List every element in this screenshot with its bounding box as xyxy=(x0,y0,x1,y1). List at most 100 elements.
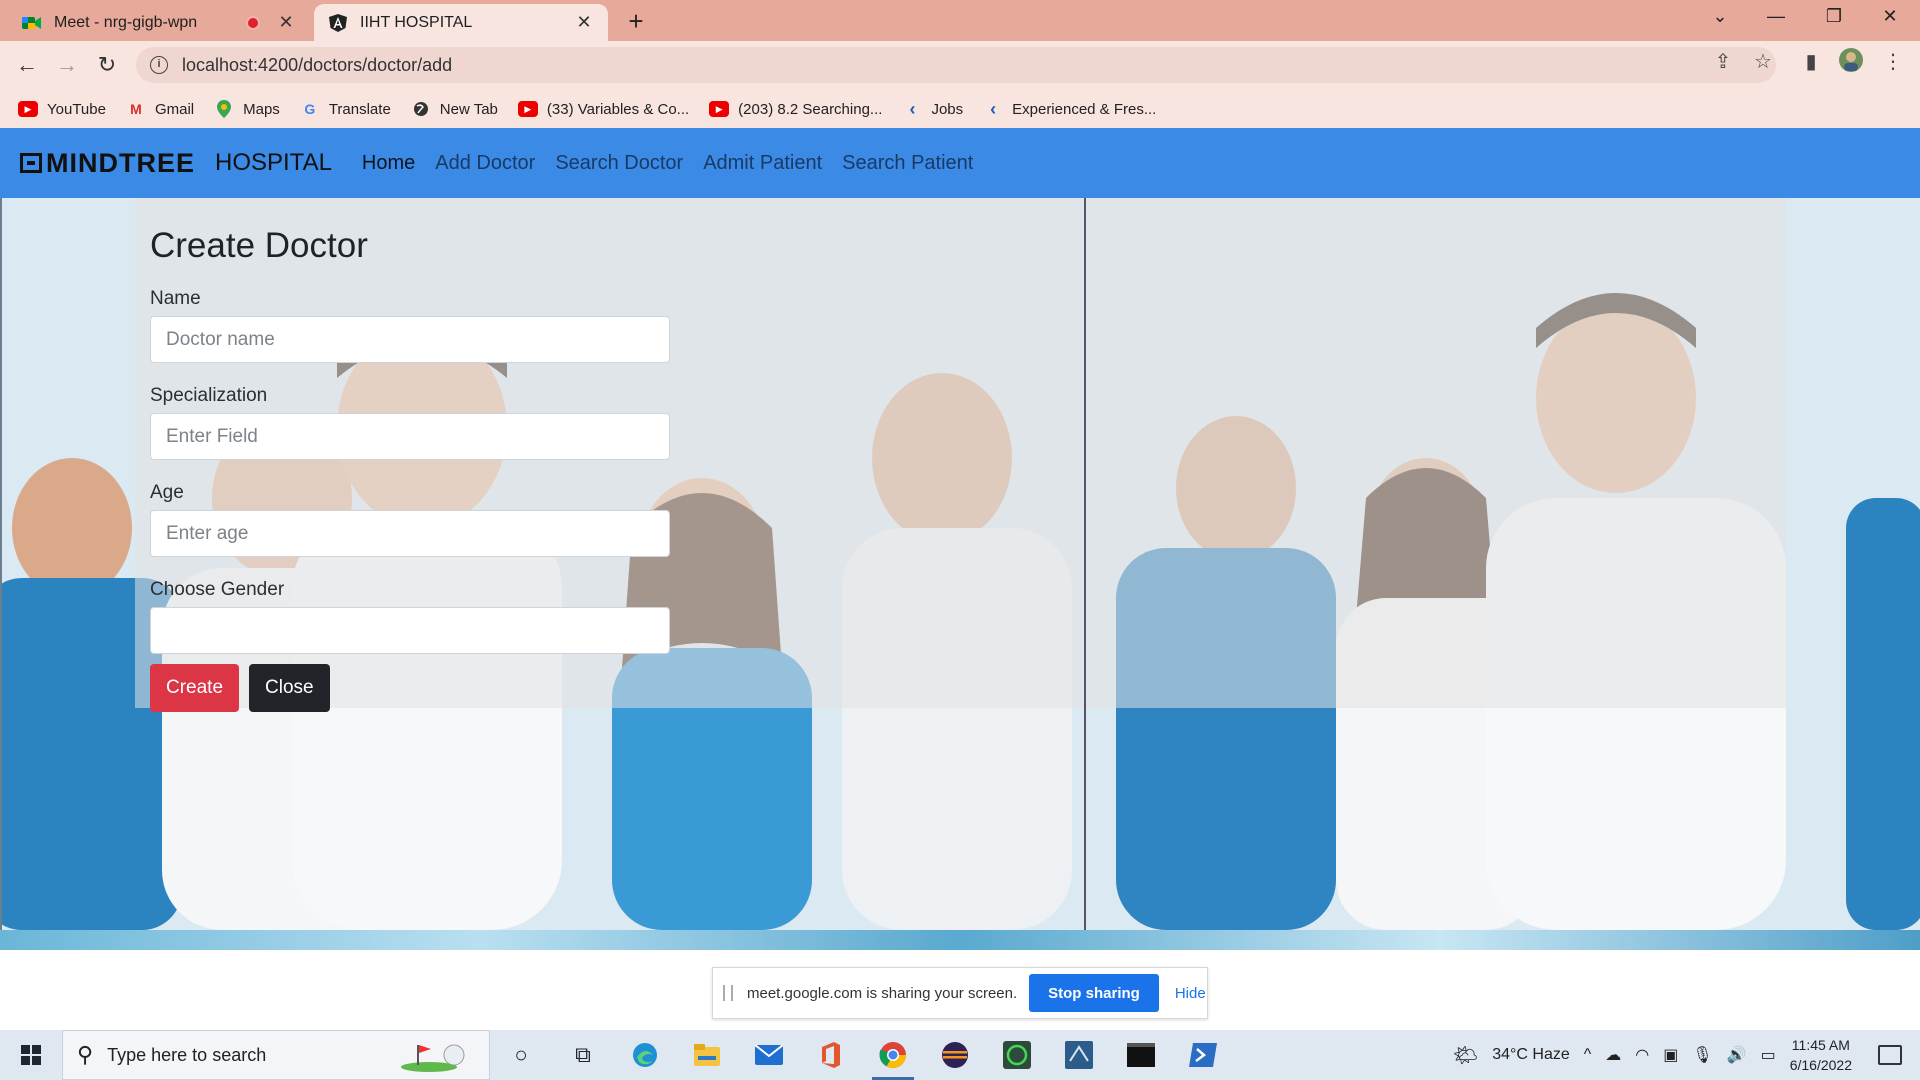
hide-button[interactable]: Hide xyxy=(1175,985,1206,1002)
bookmark-jobs[interactable]: ‹ Jobs xyxy=(902,98,963,119)
bookmark-maps[interactable]: Maps xyxy=(214,100,280,118)
youtube-icon: ▶ xyxy=(709,101,730,117)
browser-tab-bar: Meet - nrg-gigb-wpn ✕ IIHT HOSPITAL ✕ + … xyxy=(0,0,1920,41)
create-doctor-form: Create Doctor Name Specialization Age Ch… xyxy=(150,198,690,712)
globe-icon xyxy=(411,101,431,117)
device-icon[interactable]: ▣ xyxy=(1663,1045,1678,1065)
maps-icon xyxy=(214,100,234,118)
mindtree-logo[interactable]: MINDTREE xyxy=(20,148,195,179)
specialization-input[interactable] xyxy=(150,413,670,460)
nav-home[interactable]: Home xyxy=(362,152,415,175)
bookmark-c-icon: ‹ xyxy=(990,98,997,119)
volume-icon[interactable]: 🔊 xyxy=(1727,1045,1747,1065)
name-label: Name xyxy=(150,288,201,309)
create-button[interactable]: Create xyxy=(150,664,240,712)
close-button[interactable]: Close xyxy=(249,664,330,712)
address-bar[interactable]: i localhost:4200/doctors/doctor/add xyxy=(136,47,1776,83)
back-arrow-icon[interactable]: ← xyxy=(12,51,42,79)
search-icon: ⚲ xyxy=(77,1042,94,1067)
close-window-button[interactable]: ✕ xyxy=(1870,6,1910,27)
tab-title: Meet - nrg-gigb-wpn xyxy=(54,13,198,31)
specialization-label: Specialization xyxy=(150,385,268,406)
nav-search-doctor[interactable]: Search Doctor xyxy=(555,152,683,175)
sql-icon[interactable] xyxy=(1048,1030,1110,1080)
task-view-icon[interactable]: ⧉ xyxy=(552,1030,614,1080)
site-info-icon[interactable]: i xyxy=(150,56,168,74)
maximize-button[interactable]: ❐ xyxy=(1814,6,1854,27)
bookmark-variables[interactable]: ▶ (33) Variables & Co... xyxy=(517,101,689,118)
chrome-icon[interactable] xyxy=(862,1030,924,1080)
clock[interactable]: 11:45 AM 6/16/2022 xyxy=(1790,1035,1852,1075)
minimize-button[interactable]: — xyxy=(1756,6,1796,27)
eclipse-icon[interactable] xyxy=(924,1030,986,1080)
side-panel-icon[interactable]: ▮ xyxy=(1798,49,1824,74)
logo-mark-icon xyxy=(20,153,42,173)
office-icon[interactable] xyxy=(800,1030,862,1080)
gmail-icon: M xyxy=(130,101,142,117)
tab-meet[interactable]: Meet - nrg-gigb-wpn ✕ xyxy=(8,4,310,41)
doctor-name-input[interactable] xyxy=(150,316,670,363)
bookmark-new-tab[interactable]: New Tab xyxy=(411,101,498,118)
windows-logo-icon xyxy=(21,1045,41,1065)
angular-icon xyxy=(328,13,348,33)
weather-text[interactable]: 34°C Haze xyxy=(1492,1046,1570,1064)
mail-icon[interactable] xyxy=(738,1030,800,1080)
notifications-icon[interactable] xyxy=(1878,1045,1902,1065)
form-title: Create Doctor xyxy=(150,226,368,265)
nav-search-patient[interactable]: Search Patient xyxy=(842,152,973,175)
cloud-icon[interactable]: ☁ xyxy=(1605,1045,1621,1065)
taskbar-search-box[interactable]: ⚲ Type here to search xyxy=(62,1030,490,1080)
tab-iiht-hospital[interactable]: IIHT HOSPITAL ✕ xyxy=(314,4,608,41)
web-page: MINDTREE HOSPITAL Home Add Doctor Search… xyxy=(0,128,1920,950)
time-text: 11:45 AM xyxy=(1791,1037,1850,1053)
windows-taskbar: ⚲ Type here to search ○ ⧉ 🌤 34°C Haze ^ … xyxy=(0,1030,1920,1080)
reload-icon[interactable]: ↻ xyxy=(92,51,122,79)
close-tab-icon[interactable]: ✕ xyxy=(276,12,296,33)
bookmark-searching[interactable]: ▶ (203) 8.2 Searching... xyxy=(709,101,882,118)
gender-input[interactable] xyxy=(150,607,670,654)
bookmark-gmail[interactable]: M Gmail xyxy=(126,101,194,118)
profile-avatar[interactable] xyxy=(1838,47,1864,79)
powershell-icon[interactable] xyxy=(1172,1030,1234,1080)
gender-label: Choose Gender xyxy=(150,579,285,600)
tab-title: IIHT HOSPITAL xyxy=(360,13,473,31)
network-icon[interactable]: ◠ xyxy=(1635,1045,1649,1065)
terminal-icon[interactable] xyxy=(1110,1030,1172,1080)
bookmarks-bar: ▶ YouTube M Gmail Maps G Translate New Tab … xyxy=(0,90,1920,128)
sharing-message: meet.google.com is sharing your screen. xyxy=(747,984,1018,1002)
screen-sharing-bar: meet.google.com is sharing your screen. … xyxy=(712,967,1208,1019)
edge-icon[interactable] xyxy=(614,1030,676,1080)
brand-text[interactable]: HOSPITAL xyxy=(215,149,332,177)
menu-kebab-icon[interactable]: ⋮ xyxy=(1880,49,1906,74)
nav-add-doctor[interactable]: Add Doctor xyxy=(435,152,535,175)
google-meet-icon xyxy=(22,13,42,33)
bookmark-star-icon[interactable]: ☆ xyxy=(1750,49,1776,74)
search-placeholder: Type here to search xyxy=(107,1044,267,1065)
file-explorer-icon[interactable] xyxy=(676,1030,738,1080)
start-button[interactable] xyxy=(0,1030,62,1080)
tab-search-icon[interactable]: ⌄ xyxy=(1700,6,1740,27)
hero-background: Create Doctor Name Specialization Age Ch… xyxy=(0,198,1920,950)
app-navbar: MINDTREE HOSPITAL Home Add Doctor Search… xyxy=(0,128,1920,198)
bookmark-c-icon: ‹ xyxy=(909,98,916,119)
age-input[interactable] xyxy=(150,510,670,557)
recording-icon xyxy=(246,15,260,30)
tray-chevron-icon[interactable]: ^ xyxy=(1584,1046,1592,1064)
microphone-icon[interactable]: 🎙 xyxy=(1692,1045,1712,1065)
weather-icon[interactable]: 🌤 xyxy=(1453,1043,1478,1068)
bookmark-translate[interactable]: G Translate xyxy=(300,101,390,118)
drag-handle-icon[interactable] xyxy=(723,985,733,1001)
share-icon[interactable]: ⇪ xyxy=(1710,49,1736,74)
whatsapp-icon[interactable] xyxy=(986,1030,1048,1080)
new-tab-button[interactable]: + xyxy=(622,6,650,37)
date-text: 6/16/2022 xyxy=(1789,1057,1852,1073)
url-text[interactable]: localhost:4200/doctors/doctor/add xyxy=(182,55,452,76)
bookmark-experienced[interactable]: ‹ Experienced & Fres... xyxy=(983,98,1156,119)
nav-admit-patient[interactable]: Admit Patient xyxy=(703,152,822,175)
cortana-icon[interactable]: ○ xyxy=(490,1030,552,1080)
bookmark-youtube[interactable]: ▶ YouTube xyxy=(18,101,106,118)
close-tab-icon[interactable]: ✕ xyxy=(574,12,594,33)
stop-sharing-button[interactable]: Stop sharing xyxy=(1029,974,1159,1012)
battery-icon[interactable]: ▭ xyxy=(1761,1045,1776,1065)
forward-arrow-icon[interactable]: → xyxy=(52,51,82,79)
